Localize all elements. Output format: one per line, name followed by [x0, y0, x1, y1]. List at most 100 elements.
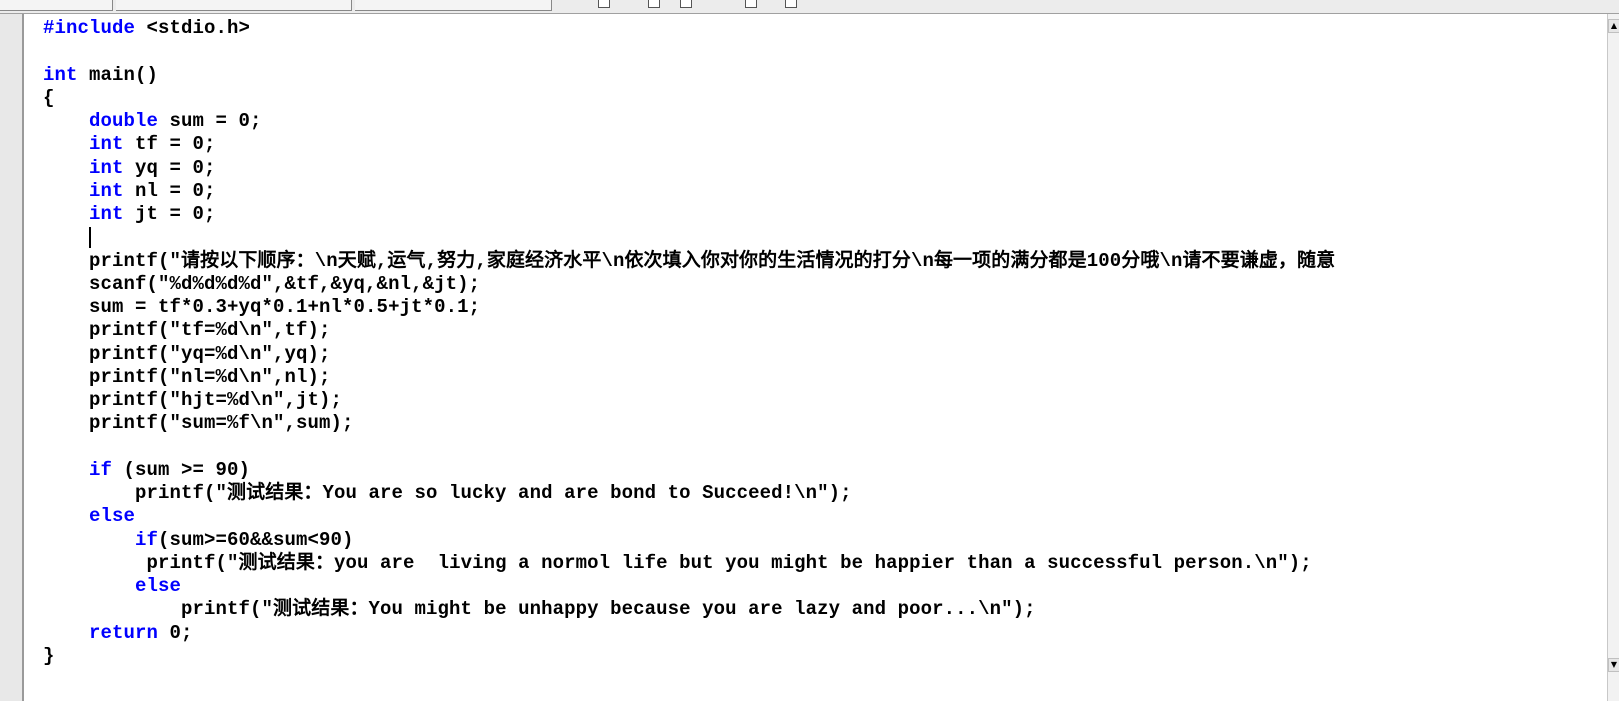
code-text: printf("hjt=%d\n",jt);	[89, 389, 343, 411]
code-text: printf("测试结果：You might be unhappy becaus…	[181, 598, 1036, 621]
toolbar-icon[interactable]	[680, 0, 692, 8]
code-text: yq = 0;	[123, 156, 216, 179]
code-text: printf("测试结果：You are so lucky and are bo…	[135, 482, 852, 504]
code-text: printf("nl=%d\n",nl);	[89, 365, 331, 388]
code-text: nl = 0;	[123, 179, 216, 202]
code-line[interactable]: else	[43, 575, 1335, 598]
code-text: scanf("%d%d%d%d",&tf,&yq,&nl,&jt);	[89, 272, 481, 295]
code-text: main()	[77, 63, 159, 86]
code-line[interactable]: double sum = 0;	[43, 110, 1335, 133]
code-text: printf("请按以下顺序：\n天赋,运气,努力,家庭经济水平\n依次填入你对…	[89, 249, 1336, 272]
code-line[interactable]: if(sum>=60&&sum<90)	[43, 529, 1335, 552]
code-line[interactable]: return 0;	[43, 622, 1335, 645]
keyword: #include	[43, 17, 136, 39]
keyword: else	[89, 505, 136, 528]
code-text: <stdio.h>	[135, 17, 251, 39]
keyword: int	[89, 133, 124, 156]
code-text: sum = tf*0.3+yq*0.1+nl*0.5+jt*0.1;	[89, 296, 481, 318]
code-line[interactable]: int nl = 0;	[43, 180, 1335, 203]
keyword: int	[89, 203, 124, 225]
scroll-down-icon[interactable]: ▼	[1608, 658, 1619, 672]
code-line[interactable]: printf("sum=%f\n",sum);	[43, 412, 1335, 435]
code-line[interactable]: printf("测试结果：You are so lucky and are bo…	[43, 482, 1335, 505]
code-text: jt = 0;	[123, 203, 216, 225]
toolbar-icon[interactable]	[598, 0, 610, 8]
code-text: (sum>=60&&sum<90)	[158, 528, 354, 551]
code-text: printf("tf=%d\n",tf);	[89, 319, 331, 342]
code-line[interactable]: printf("测试结果：You might be unhappy becaus…	[43, 598, 1335, 621]
toolbar	[0, 0, 1619, 14]
code-line[interactable]: printf("测试结果：you are living a normol lif…	[43, 552, 1335, 575]
code-text: printf("测试结果：you are living a normol lif…	[146, 551, 1312, 574]
vertical-scrollbar[interactable]: ▲ ▼	[1607, 14, 1619, 701]
toolbar-combo-box[interactable]	[0, 0, 113, 11]
code-line[interactable]: printf("yq=%d\n",yq);	[43, 343, 1335, 366]
code-text: sum = 0;	[158, 110, 262, 132]
keyword: double	[89, 110, 159, 132]
keyword: int	[89, 156, 124, 179]
code-line[interactable]	[43, 226, 1335, 249]
keyword: if	[89, 458, 113, 481]
code-lines: #include <stdio.h> int main(){ double sum…	[43, 17, 1335, 668]
code-line[interactable]: scanf("%d%d%d%d",&tf,&yq,&nl,&jt);	[43, 273, 1335, 296]
keyword: if	[135, 528, 159, 551]
keyword: return	[89, 621, 159, 644]
toolbar-combo-box[interactable]	[116, 0, 352, 11]
code-line[interactable]	[43, 40, 1335, 63]
code-line[interactable]	[43, 436, 1335, 459]
keyword: int	[89, 179, 124, 202]
text-cursor	[89, 226, 92, 248]
toolbar-combo-box[interactable]	[355, 0, 552, 11]
code-line[interactable]: printf("tf=%d\n",tf);	[43, 319, 1335, 342]
code-line[interactable]: int tf = 0;	[43, 133, 1335, 156]
code-text: printf("yq=%d\n",yq);	[89, 342, 331, 365]
code-editor[interactable]: #include <stdio.h> int main(){ double sum…	[24, 14, 1607, 701]
code-line[interactable]: else	[43, 505, 1335, 528]
code-line[interactable]: sum = tf*0.3+yq*0.1+nl*0.5+jt*0.1;	[43, 296, 1335, 319]
code-line[interactable]: }	[43, 645, 1335, 668]
code-line[interactable]: printf("请按以下顺序：\n天赋,运气,努力,家庭经济水平\n依次填入你对…	[43, 250, 1335, 273]
code-text: }	[43, 644, 55, 667]
keyword: int	[43, 63, 78, 86]
code-text: (sum >= 90)	[112, 458, 251, 481]
keyword: else	[135, 575, 182, 597]
code-line[interactable]: int yq = 0;	[43, 157, 1335, 180]
toolbar-icon[interactable]	[785, 0, 797, 8]
code-text: 0;	[158, 621, 193, 644]
scroll-up-icon[interactable]: ▲	[1608, 19, 1619, 33]
code-line[interactable]: int main()	[43, 64, 1335, 87]
code-line[interactable]: int jt = 0;	[43, 203, 1335, 226]
code-text: printf("sum=%f\n",sum);	[89, 412, 354, 435]
editor-gutter	[0, 14, 24, 701]
code-line[interactable]: printf("nl=%d\n",nl);	[43, 366, 1335, 389]
code-line[interactable]: printf("hjt=%d\n",jt);	[43, 389, 1335, 412]
toolbar-icon[interactable]	[745, 0, 757, 8]
code-line[interactable]: {	[43, 87, 1335, 110]
code-text: {	[43, 86, 55, 109]
code-line[interactable]: if (sum >= 90)	[43, 459, 1335, 482]
toolbar-icon[interactable]	[648, 0, 660, 8]
code-text: tf = 0;	[123, 133, 216, 156]
code-line[interactable]: #include <stdio.h>	[43, 17, 1335, 40]
